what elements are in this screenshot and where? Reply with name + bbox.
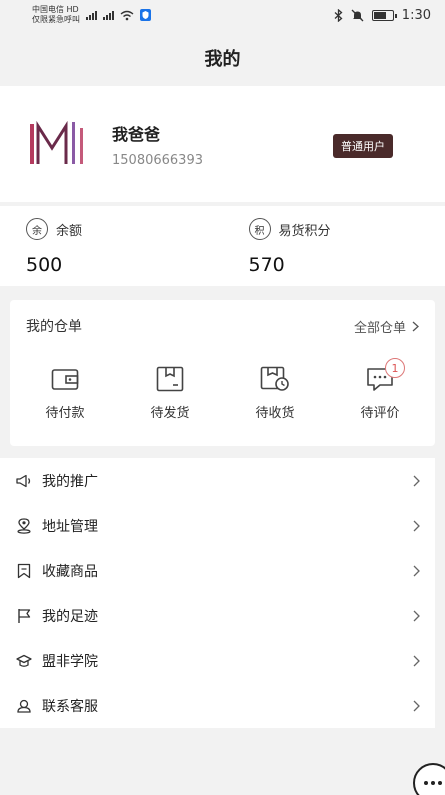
balance-icon: 余 <box>26 218 48 240</box>
chevron-right-icon <box>413 655 420 666</box>
order-label: 待付款 <box>45 406 85 421</box>
balance-label: 余额 <box>56 223 83 239</box>
user-level-badge: 普通用户 <box>333 134 393 158</box>
orders-card: 我的仓单 全部仓单 待付款 待发货 待收货 1 待评价 <box>10 300 435 446</box>
balance-value: 500 <box>26 254 63 276</box>
bluetooth-icon <box>334 8 343 22</box>
menu-item-address[interactable]: 地址管理 <box>0 503 435 548</box>
user-phone: 15080666393 <box>112 152 203 168</box>
order-pending-review[interactable]: 1 待评价 <box>347 352 413 421</box>
order-pending-shipment[interactable]: 待发货 <box>137 352 203 421</box>
menu-item-customer-service[interactable]: 联系客服 <box>0 683 435 728</box>
menu-list: 我的推广 地址管理 收藏商品 我的足迹 盟非学院 联系客服 <box>0 458 435 728</box>
status-bar: 中国电信 HD 仅限紧急呼叫 1:30 <box>0 0 445 30</box>
order-pending-receipt[interactable]: 待收货 <box>242 352 308 421</box>
chevron-right-icon <box>413 700 420 711</box>
wallet-icon <box>50 364 80 394</box>
page-title: 我的 <box>204 49 241 70</box>
shield-app-icon <box>140 9 151 21</box>
chevron-right-icon <box>413 565 420 576</box>
emergency-only: 仅限紧急呼叫 <box>32 15 80 24</box>
chevron-right-icon <box>412 321 419 331</box>
order-label: 待发货 <box>150 406 190 421</box>
assets-section: 余 余额 500 积 易货积分 570 <box>0 206 445 286</box>
review-count-badge: 1 <box>385 358 405 378</box>
orders-title: 我的仓单 <box>26 319 82 335</box>
status-left: 中国电信 HD 仅限紧急呼叫 <box>32 5 151 25</box>
graduation-icon <box>16 653 32 669</box>
carrier-name: 中国电信 HD <box>32 5 79 14</box>
clock: 1:30 <box>401 7 431 23</box>
chevron-right-icon <box>413 610 420 621</box>
floating-chat-button[interactable] <box>413 763 445 795</box>
all-orders-link[interactable]: 全部仓单 <box>354 317 419 336</box>
dot <box>424 781 428 785</box>
menu-item-academy[interactable]: 盟非学院 <box>0 638 435 683</box>
carrier-info: 中国电信 HD 仅限紧急呼叫 <box>32 5 80 25</box>
signal-icon-2 <box>103 10 114 20</box>
menu-label: 地址管理 <box>42 518 98 535</box>
avatar-logo <box>30 120 83 164</box>
menu-item-favorites[interactable]: 收藏商品 <box>0 548 435 593</box>
box-icon <box>155 364 185 394</box>
service-icon <box>16 698 32 714</box>
menu-label: 收藏商品 <box>42 563 98 580</box>
menu-label: 联系客服 <box>42 698 98 715</box>
chevron-right-icon <box>413 475 420 486</box>
user-name: 我爸爸 <box>112 124 161 144</box>
dot <box>438 781 442 785</box>
wifi-icon <box>120 10 134 20</box>
mute-icon <box>351 9 364 21</box>
points-card[interactable]: 积 易货积分 570 <box>223 206 445 286</box>
order-label: 待收货 <box>255 406 295 421</box>
flag-icon <box>16 608 32 624</box>
chevron-right-icon <box>413 520 420 531</box>
dot <box>431 781 435 785</box>
order-pending-payment[interactable]: 待付款 <box>32 352 98 421</box>
menu-item-footprints[interactable]: 我的足迹 <box>0 593 435 638</box>
signal-icon <box>86 10 97 20</box>
all-orders-label: 全部仓单 <box>353 320 406 336</box>
profile-card[interactable]: 我爸爸 15080666393 普通用户 <box>0 86 445 202</box>
receive-icon <box>260 364 290 394</box>
points-value: 570 <box>248 254 285 276</box>
menu-item-promotion[interactable]: 我的推广 <box>0 458 435 503</box>
location-icon <box>16 517 32 534</box>
bookmark-icon <box>16 563 32 579</box>
order-label: 待评价 <box>360 406 400 421</box>
points-icon: 积 <box>248 218 271 240</box>
menu-label: 盟非学院 <box>42 653 98 670</box>
megaphone-icon <box>16 473 32 489</box>
menu-label: 我的推广 <box>42 473 98 490</box>
points-label: 易货积分 <box>278 223 331 239</box>
status-right: 1:30 <box>334 8 431 23</box>
battery-icon <box>371 9 397 21</box>
balance-card[interactable]: 余 余额 500 <box>0 206 223 286</box>
menu-label: 我的足迹 <box>42 608 98 625</box>
